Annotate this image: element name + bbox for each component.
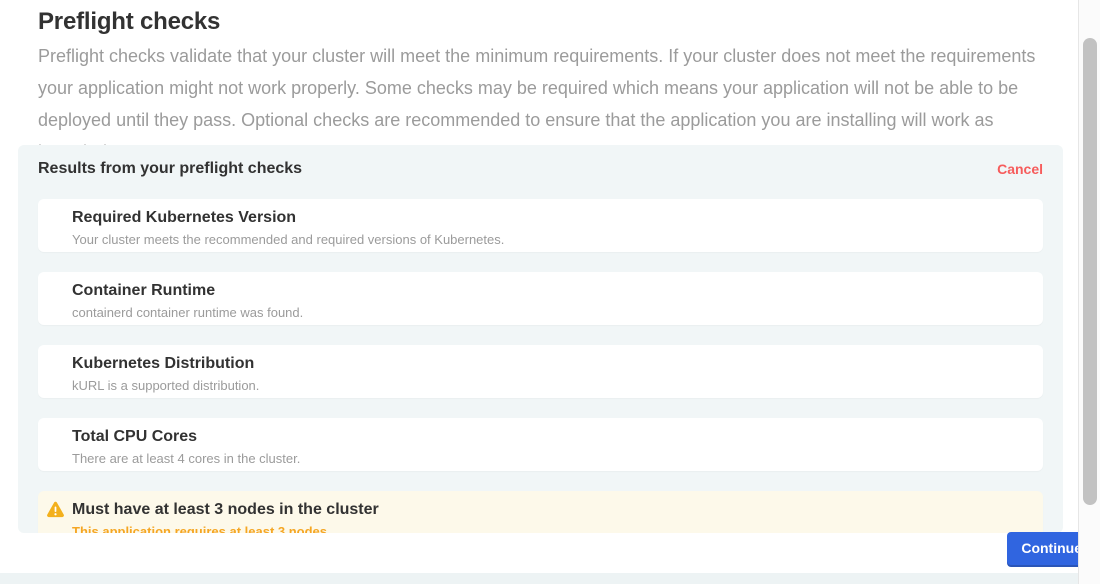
check-card-kubernetes-distribution: Kubernetes Distribution kURL is a suppor…	[38, 345, 1043, 398]
check-circle-icon	[46, 208, 65, 227]
footer-bar: Continue	[0, 533, 1100, 573]
check-circle-icon	[46, 354, 65, 373]
check-title: Total CPU Cores	[72, 427, 1029, 446]
check-title: Must have at least 3 nodes in the cluste…	[72, 500, 1029, 519]
preflight-results-panel: Results from your preflight checks Cance…	[18, 145, 1063, 533]
preflight-page: Preflight checks Preflight checks valida…	[0, 0, 1078, 584]
check-message: containerd container runtime was found.	[72, 305, 1029, 320]
check-message: This application requires at least 3 nod…	[72, 524, 1029, 533]
panel-title: Results from your preflight checks	[38, 160, 302, 178]
scrollbar-track[interactable]	[1078, 0, 1100, 584]
warning-triangle-icon	[46, 500, 65, 519]
check-title: Container Runtime	[72, 281, 1029, 300]
check-title: Kubernetes Distribution	[72, 354, 1029, 373]
check-card-node-count-warning: Must have at least 3 nodes in the cluste…	[38, 491, 1043, 533]
check-message: There are at least 4 cores in the cluste…	[72, 451, 1029, 466]
page-title: Preflight checks	[38, 8, 220, 36]
cancel-button[interactable]: Cancel	[997, 161, 1043, 177]
bottom-divider-strip	[0, 573, 1078, 584]
check-card-kubernetes-version: Required Kubernetes Version Your cluster…	[38, 199, 1043, 252]
check-circle-icon	[46, 427, 65, 446]
check-circle-icon	[46, 281, 65, 300]
check-title: Required Kubernetes Version	[72, 208, 1029, 227]
check-message: kURL is a supported distribution.	[72, 378, 1029, 393]
check-card-total-cpu-cores: Total CPU Cores There are at least 4 cor…	[38, 418, 1043, 471]
panel-header-row: Results from your preflight checks Cance…	[38, 159, 1043, 179]
check-card-container-runtime: Container Runtime containerd container r…	[38, 272, 1043, 325]
check-message: Your cluster meets the recommended and r…	[72, 232, 1029, 247]
scrollbar-thumb[interactable]	[1083, 38, 1097, 505]
